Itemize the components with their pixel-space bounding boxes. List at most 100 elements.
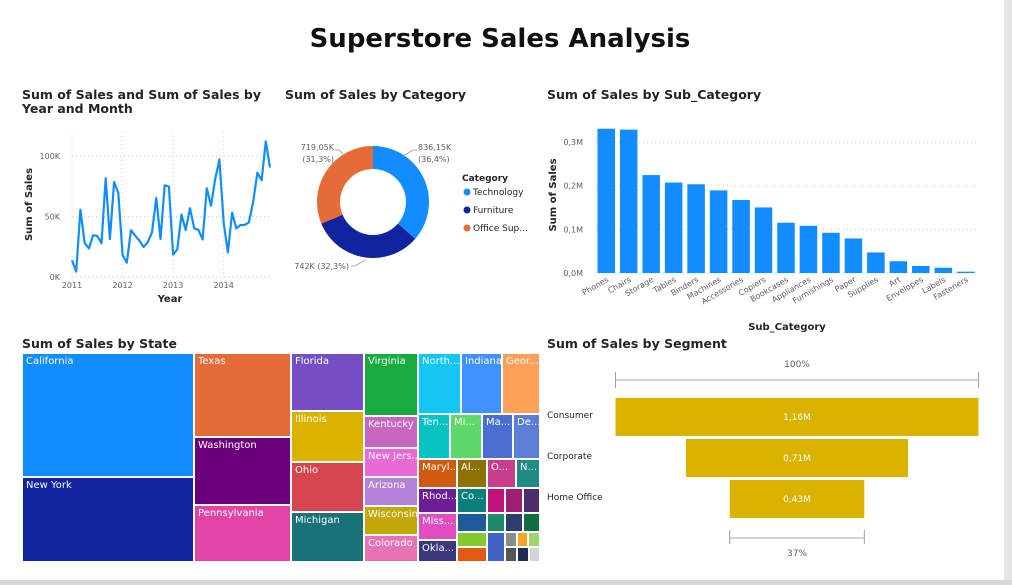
treemap-tile-new-york[interactable]: New York	[22, 477, 194, 562]
treemap-tile-o-[interactable]: O...	[487, 459, 516, 488]
treemap-title: Sum of Sales by State	[22, 336, 177, 351]
bar-accessories[interactable]	[732, 199, 750, 273]
treemap-tile[interactable]	[517, 532, 528, 547]
treemap-tile[interactable]	[523, 488, 540, 513]
treemap-tile-florida[interactable]: Florida	[291, 353, 364, 411]
treemap-tile-michigan[interactable]: Michigan	[291, 512, 364, 562]
x-tick-label: 2013	[163, 281, 183, 290]
data-label-technology-pct: (36,4%)	[418, 155, 450, 164]
treemap-tile-ohio[interactable]: Ohio	[291, 462, 364, 512]
treemap-tile-geor-[interactable]: Geor...	[502, 353, 540, 414]
treemap-chart[interactable]: California New York Texas Washington Pennsyl…	[22, 353, 540, 562]
bar-furnishings[interactable]	[822, 232, 840, 273]
treemap-tile[interactable]	[487, 488, 505, 513]
bar-fasteners[interactable]	[957, 271, 975, 273]
legend-item-2[interactable]: Office Sup...	[473, 224, 528, 234]
x-tick-label: 2012	[112, 281, 132, 290]
funnel-top-percent: 100%	[784, 360, 810, 370]
treemap-tile-wisconsin[interactable]: Wisconsin	[364, 506, 418, 535]
y-axis-title: Sum of Sales	[548, 158, 559, 231]
bar-supplies[interactable]	[867, 252, 885, 273]
bar-labels[interactable]	[934, 267, 953, 273]
treemap-tile-texas[interactable]: Texas	[194, 353, 291, 437]
funnel-chart[interactable]: 100% 1,16M Consumer 0,71M Corporate 0,43M Home…	[545, 352, 990, 562]
x-tick-label: 2011	[62, 281, 82, 290]
bar-art[interactable]	[889, 261, 908, 273]
treemap-tile-n-[interactable]: N...	[516, 459, 540, 488]
bar-chart[interactable]: 0,0M0,1M0,2M0,3MPhonesChairsStorageTable…	[545, 110, 990, 340]
treemap-tile-pennsylvania[interactable]: Pennsylvania	[194, 505, 291, 562]
y-tick-label: 0K	[50, 273, 61, 282]
y-tick-label: 0,2M	[563, 182, 583, 191]
treemap-tile[interactable]	[523, 513, 540, 532]
treemap-tile[interactable]	[505, 532, 517, 547]
treemap-tile-arizona[interactable]: Arizona	[364, 477, 418, 506]
sales-line[interactable]	[70, 140, 272, 273]
treemap-tile[interactable]	[457, 513, 487, 532]
donut-chart[interactable]: 836,15K (36,4%) 719,05K (31,3%) 742K (32,3%)…	[285, 120, 535, 290]
treemap-tile-de-[interactable]: De...	[513, 414, 540, 459]
bar-machines[interactable]	[709, 190, 728, 273]
treemap-tile-kentucky[interactable]: Kentucky	[364, 416, 418, 448]
y-tick-label: 0,1M	[563, 225, 583, 234]
treemap-tile[interactable]	[487, 532, 505, 562]
bar-tables[interactable]	[664, 182, 683, 273]
bar-appliances[interactable]	[799, 225, 818, 273]
treemap-tile-miss-[interactable]: Miss...	[418, 513, 457, 540]
treemap-tile-rhod-[interactable]: Rhod...	[418, 488, 457, 513]
treemap-tile[interactable]	[457, 547, 487, 562]
funnel-value-label: 0,43M	[783, 495, 811, 505]
treemap-tile-okla-[interactable]: Okla...	[418, 540, 457, 562]
legend-marker	[463, 206, 471, 214]
bar-binders[interactable]	[687, 184, 705, 273]
treemap-tile[interactable]	[505, 488, 523, 513]
y-tick-label: 0,3M	[563, 138, 583, 147]
data-label-furniture: 742K (32,3%)	[294, 262, 349, 271]
funnel-value-label: 0,71M	[783, 454, 811, 464]
legend-item-1[interactable]: Furniture	[473, 206, 514, 216]
y-axis-title: Sum of Sales	[24, 168, 35, 241]
treemap-tile-al-[interactable]: Al...	[457, 459, 487, 488]
donut-chart-title: Sum of Sales by Category	[285, 87, 467, 102]
bar-bookcases[interactable]	[777, 222, 795, 273]
funnel-title: Sum of Sales by Segment	[547, 336, 727, 351]
x-axis-title: Year	[157, 294, 183, 305]
treemap-tile-north-[interactable]: North...	[418, 353, 461, 414]
legend-title: Category	[462, 174, 508, 184]
scrollbar[interactable]	[1004, 0, 1012, 585]
treemap-tile[interactable]	[528, 532, 540, 547]
treemap-tile-ten-[interactable]: Ten...	[418, 414, 450, 459]
legend-marker	[463, 224, 471, 232]
bar-copiers[interactable]	[754, 207, 773, 273]
treemap-tile[interactable]	[505, 547, 517, 562]
treemap-tile-co-[interactable]: Co...	[457, 488, 487, 513]
bar-paper[interactable]	[844, 238, 863, 273]
treemap-tile-colorado[interactable]: Colorado	[364, 535, 418, 562]
treemap-tile[interactable]	[529, 547, 540, 562]
treemap-tile-indiana[interactable]: Indiana	[461, 353, 502, 414]
line-chart[interactable]: 0K 50K 100K 2011 2012 2013 2014 Year Sum of Sale…	[20, 120, 282, 310]
leader-line	[402, 149, 417, 157]
data-label-office-supplies-pct: (31,3%)	[302, 155, 334, 164]
treemap-tile-illinois[interactable]: Illinois	[291, 411, 364, 462]
treemap-tile[interactable]	[457, 532, 487, 547]
treemap-tile[interactable]	[505, 513, 523, 532]
treemap-tile-virginia[interactable]: Virginia	[364, 353, 418, 416]
funnel-bottom-percent: 37%	[787, 549, 807, 559]
bar-chairs[interactable]	[619, 129, 638, 273]
treemap-tile[interactable]	[517, 547, 529, 562]
treemap-tile-maryl-[interactable]: Maryl...	[418, 459, 457, 488]
treemap-tile-mi-[interactable]: Mi...	[450, 414, 482, 459]
x-tick-label: Phones	[581, 275, 611, 297]
legend-marker	[463, 188, 471, 196]
bar-envelopes[interactable]	[912, 266, 930, 273]
treemap-tile-california[interactable]: California	[22, 353, 194, 477]
bar-phones[interactable]	[597, 128, 615, 273]
legend-item-0[interactable]: Technology	[472, 188, 524, 198]
treemap-tile-washington[interactable]: Washington	[194, 437, 291, 505]
treemap-tile-new-jers-[interactable]: New Jers...	[364, 448, 418, 477]
bar-storage[interactable]	[642, 175, 660, 273]
y-tick-label: 100K	[39, 152, 60, 161]
treemap-tile-ma-[interactable]: Ma...	[482, 414, 513, 459]
treemap-tile[interactable]	[487, 513, 505, 532]
